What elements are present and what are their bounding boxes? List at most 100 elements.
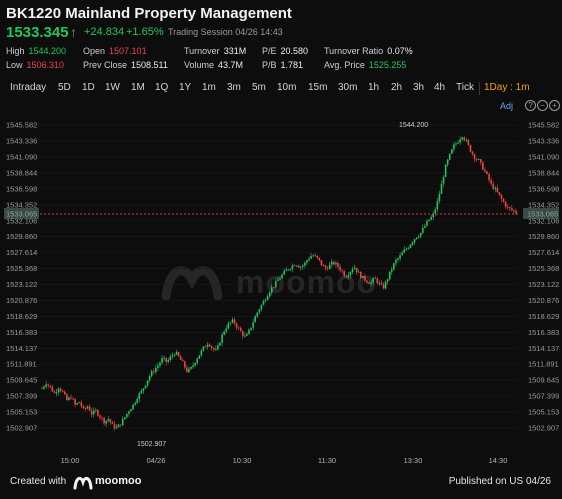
y-tick-label-left: 1529.860 — [6, 232, 37, 241]
y-tick-label-right: 1520.876 — [528, 296, 559, 305]
candle-body — [440, 183, 443, 194]
candle-body — [448, 153, 451, 160]
candle-body — [140, 390, 143, 394]
candle-body — [99, 415, 101, 418]
y-tick-label-left: 1536.598 — [6, 184, 37, 193]
candle-body — [188, 368, 190, 372]
candle-body — [275, 280, 277, 288]
candle-body — [446, 159, 449, 165]
candle-body — [109, 419, 112, 423]
candle-body — [179, 356, 182, 360]
candle-body — [285, 269, 288, 271]
candle-body — [399, 255, 401, 259]
candle-body — [434, 209, 437, 214]
candle-body — [407, 247, 410, 249]
x-axis-labels: 15:00 04/26 10:30 11:30 13:30 14:30 — [61, 456, 508, 465]
x-tick-label: 11:30 — [318, 456, 336, 465]
candle-body — [299, 266, 302, 268]
candle-body — [138, 393, 141, 400]
candle-body — [107, 419, 110, 421]
candle-body — [357, 271, 360, 273]
candle-body — [475, 159, 478, 160]
candle-body — [82, 406, 85, 409]
candle-body — [53, 391, 56, 393]
candle-body — [196, 358, 199, 363]
candle-body — [111, 422, 114, 424]
candle-body — [457, 142, 459, 144]
candle-body — [488, 173, 490, 181]
candle-body — [308, 258, 310, 261]
candle-body — [318, 257, 321, 261]
candle-body — [256, 312, 259, 317]
candle-body — [233, 319, 236, 324]
y-tick-label-left: 1525.368 — [6, 264, 37, 273]
candle-body — [362, 275, 364, 278]
candle-body — [74, 399, 76, 405]
candle-body — [70, 397, 72, 399]
candle-body — [192, 365, 194, 367]
candle-body — [376, 278, 379, 284]
candle-body — [184, 361, 186, 368]
candle-body — [72, 398, 74, 400]
candle-body — [471, 151, 474, 155]
candle-body — [260, 305, 263, 310]
candle-body — [368, 282, 370, 285]
candle-body — [210, 346, 213, 349]
candle-body — [66, 394, 68, 400]
candle-body — [121, 419, 124, 426]
candle-body — [204, 346, 207, 348]
candle-body — [142, 388, 145, 391]
y-tick-label-left: 1509.645 — [6, 376, 37, 385]
x-tick-label: 14:30 — [489, 456, 508, 465]
candle-body — [333, 261, 335, 265]
y-tick-label-right: 1502.907 — [528, 424, 559, 433]
candle-body — [506, 206, 509, 208]
candle-body — [496, 187, 499, 193]
candle-body — [161, 358, 163, 363]
candle-body — [306, 260, 308, 263]
y-tick-label-right: 1543.336 — [528, 137, 559, 146]
candle-body — [277, 279, 279, 281]
y-tick-label-right: 1529.860 — [528, 232, 559, 241]
candle-body — [95, 410, 97, 411]
candle-body — [409, 244, 412, 248]
candle-body — [364, 275, 366, 281]
candle-body — [453, 144, 455, 150]
candle-body — [273, 287, 275, 288]
candle-body — [101, 417, 103, 419]
candle-body — [117, 424, 120, 428]
candle-body — [515, 210, 517, 214]
candle-body — [415, 237, 418, 240]
candle-body — [279, 278, 281, 280]
x-tick-label: 15:00 — [61, 456, 80, 465]
candle-body — [411, 242, 414, 245]
candle-body — [194, 362, 196, 366]
candle-body — [353, 267, 356, 270]
candle-body — [345, 276, 348, 278]
candle-body — [349, 271, 352, 276]
candle-body — [212, 348, 215, 350]
candle-body — [386, 279, 389, 282]
candle-body — [477, 159, 480, 160]
candle-body — [451, 149, 453, 154]
x-tick-label: 10:30 — [233, 456, 252, 465]
y-tick-label-right: 1516.383 — [528, 328, 559, 337]
candle-body — [221, 334, 223, 343]
session-high-label: 1544.200 — [399, 122, 428, 129]
candle-body — [88, 406, 91, 411]
candle-body — [123, 417, 126, 420]
y-axis-labels-left: 1545.582 1543.336 1541.090 1538.844 1536.598… — [6, 121, 37, 433]
candlestick-chart: 1533.065 1533.065 1544.200 1502.907 1545… — [4, 121, 559, 465]
y-tick-label-left: 1523.122 — [6, 280, 37, 289]
y-tick-label-left: 1534.352 — [6, 200, 37, 209]
candle-body — [63, 391, 66, 395]
candle-body — [45, 384, 47, 387]
candle-body — [206, 344, 209, 347]
candle-body — [167, 359, 170, 362]
candle-body — [359, 271, 362, 278]
candle-body — [248, 329, 250, 334]
candle-body — [511, 208, 513, 211]
y-tick-label-left: 1527.614 — [6, 248, 37, 257]
candle-body — [430, 216, 432, 220]
candle-body — [297, 265, 300, 268]
